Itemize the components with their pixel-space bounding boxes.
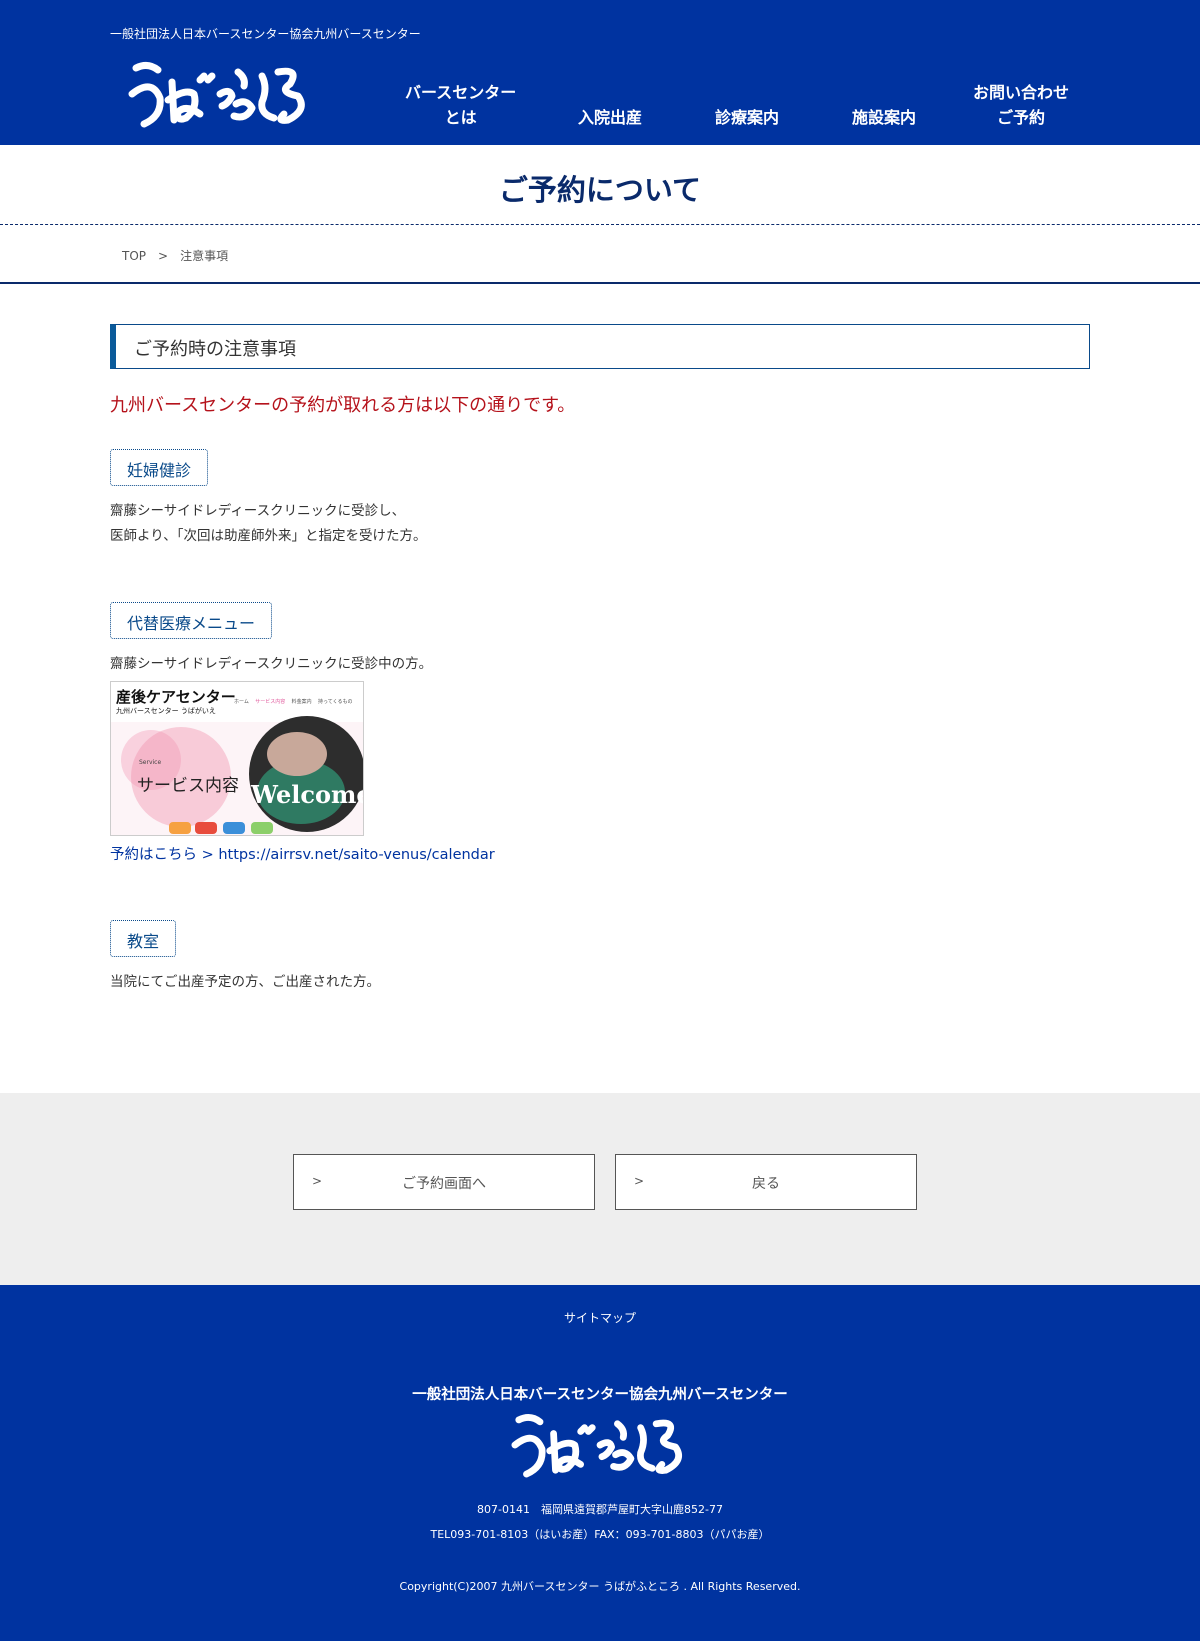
footer-logo [511,1414,683,1478]
banner-menu-item: 持ってくるもの [317,699,353,705]
site-header: 一般社団法人日本バースセンター協会九州バースセンター バースセンター とは 入院… [0,0,1200,145]
tag-classes: 教室 [110,920,177,957]
text-line: 当院にてご出産予定の方、ご出産された方。 [110,974,380,990]
banner-menu: ホーム サービス内容 料金案内 持ってくるもの [234,698,352,705]
postnatal-care-banner-image[interactable]: 産後ケアセンター 九州バースセンター うばがいえ ホーム サービス内容 料金案内… [110,681,364,836]
page-title: ご予約について [498,173,702,207]
nav-facility[interactable]: 施設案内 [852,105,916,130]
alternative-medicine-text: 齋藤シーサイドレディースクリニックに受診中の方。 [110,652,432,677]
text-line: 齋藤シーサイドレディースクリニックに受診し、 [110,503,406,519]
footer-copyright: Copyright(C)2007 九州バースセンター うばがふところ . All… [399,1580,801,1593]
nav-birth-center-line1: バースセンター [405,83,517,102]
go-to-reservation-button[interactable]: > ご予約画面へ [293,1154,595,1210]
page-title-band: ご予約について [0,145,1200,225]
nav-medical-info[interactable]: 診療案内 [715,105,779,130]
reservation-link[interactable]: 予約はこちら > https://airrsv.net/saito-venus/… [110,843,495,864]
section-heading-text: ご予約時の注意事項 [134,339,296,360]
nav-birth-center[interactable]: バースセンター とは [405,80,516,130]
footer-org-name: 一般社団法人日本バースセンター協会九州バースセンター [412,1386,788,1403]
text-line: 齋藤シーサイドレディースクリニックに受診中の方。 [110,656,433,672]
nav-contact-line1: お問い合わせ [973,83,1070,102]
action-button-band: > ご予約画面へ > 戻る [0,1093,1200,1285]
nav-admission[interactable]: 入院出産 [578,105,642,130]
banner-menu-item: サービス内容 [255,699,286,705]
prenatal-checkup-text: 齋藤シーサイドレディースクリニックに受診し、 医師より、「次回は助産師外来」と指… [110,499,426,549]
banner-brand: 産後ケアセンター [116,688,236,706]
breadcrumb-home-link[interactable]: TOP [122,249,146,263]
site-logo[interactable] [128,58,312,134]
go-to-reservation-label: ご予約画面へ [402,1176,486,1192]
text-line: 医師より、「次回は助産師外来」と指定を受けた方。 [110,528,427,544]
tag-prenatal-checkup: 妊婦健診 [110,449,209,486]
tag-alternative-medicine: 代替医療メニュー [110,602,273,639]
site-footer: サイトマップ 一般社団法人日本バースセンター協会九州バースセンター 807-01… [0,1285,1200,1641]
banner-service-label: Service [139,759,162,766]
footer-tel-fax: TEL093-701-8103（はいお産）FAX：093-701-8803（パパ… [430,1528,770,1541]
nav-admission-label: 入院出産 [578,108,643,127]
nav-facility-label: 施設案内 [852,108,917,127]
sitemap-link[interactable]: サイトマップ [0,1309,1200,1326]
back-label: 戻る [752,1176,780,1192]
breadcrumb-separator: > [158,249,169,263]
banner-welcome: Welcome [251,780,364,809]
classes-text: 当院にてご出産予定の方、ご出産された方。 [110,970,380,995]
back-button[interactable]: > 戻る [615,1154,917,1210]
nav-contact[interactable]: お問い合わせ ご予約 [973,80,1069,130]
header-org-name: 一般社団法人日本バースセンター協会九州バースセンター [110,27,421,41]
nav-contact-line2: ご予約 [997,108,1046,127]
breadcrumb-current: 注意事項 [180,249,229,263]
banner-menu-item: ホーム [234,699,249,705]
nav-medical-info-label: 診療案内 [715,108,780,127]
section-heading: ご予約時の注意事項 [110,324,1090,369]
lead-notice: 九州バースセンターの予約が取れる方は以下の通りです。 [110,395,576,416]
breadcrumb-bar: TOP > 注意事項 [0,226,1200,284]
breadcrumb: TOP > 注意事項 [122,247,228,264]
banner-service-title: サービス内容 [137,776,239,796]
footer-address: 807-0141 福岡県遠賀郡芦屋町大字山鹿852-77 [477,1503,723,1516]
nav-birth-center-line2: とは [444,108,477,127]
banner-brand-sub: 九州バースセンター うばがいえ [116,707,216,715]
banner-menu-item: 料金案内 [291,699,312,705]
